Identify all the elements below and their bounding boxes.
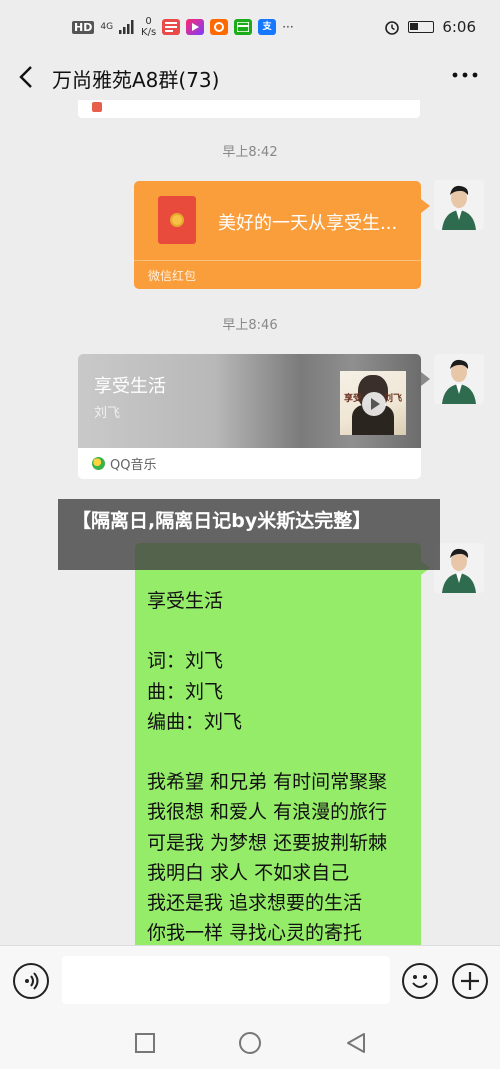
more-button[interactable]: [450, 70, 480, 86]
speed-unit: K/s: [141, 27, 157, 38]
user-avatar-image: [434, 354, 484, 404]
play-icon[interactable]: [362, 392, 386, 416]
album-caption-left: 享受: [344, 394, 363, 404]
alarm-icon: [385, 21, 400, 35]
status-right: 6:06: [384, 18, 476, 36]
music-card-cover: 享受生活 刘飞 享受 刘飞: [78, 354, 421, 448]
system-nav-bar: [0, 1015, 500, 1069]
music-source-label: QQ音乐: [110, 458, 157, 473]
message-text: 享受生活 词：刘飞 曲：刘飞 编曲：刘飞 我希望 和兄弟 有时间常聚聚 我很想 …: [147, 590, 388, 945]
clock: 6:06: [442, 18, 476, 36]
message-input[interactable]: [62, 956, 390, 1004]
triangle-back-icon: [347, 1033, 365, 1053]
wechat-pay-icon: [234, 19, 253, 35]
overlay-caption-text: 【隔离日,隔离日记by米斯达完整】: [72, 510, 372, 532]
status-left: HD 4G 0 K/s 支 ···: [72, 16, 294, 38]
overlay-caption: 【隔离日,隔离日记by米斯达完整】: [58, 499, 440, 570]
recent-apps-button[interactable]: [132, 1030, 158, 1056]
signal-label: 4G: [100, 22, 114, 32]
red-packet-message[interactable]: 美好的一天从享受生... 微信红包: [134, 181, 430, 289]
music-source: QQ音乐: [92, 454, 156, 473]
speed-readout: 0 K/s: [141, 16, 156, 38]
voice-icon: [25, 972, 39, 990]
news-icon: [162, 19, 181, 35]
back-nav-button[interactable]: [343, 1030, 369, 1056]
circle-icon: [239, 1032, 261, 1054]
home-button[interactable]: [237, 1030, 263, 1056]
music-artist: 刘飞: [94, 406, 121, 421]
plus-icon: [461, 972, 479, 990]
chat-title: 万尚雅苑A8群(73): [52, 68, 220, 92]
alipay-icon: 支: [258, 19, 277, 35]
timestamp: 早上8:46: [222, 318, 278, 333]
red-tag-icon: [92, 102, 102, 112]
emoji-button[interactable]: [402, 963, 438, 999]
music-title: 享受生活: [94, 376, 166, 397]
red-packet-title: 美好的一天从享受生...: [218, 213, 398, 234]
more-functions-button[interactable]: [452, 963, 488, 999]
avatar[interactable]: [434, 543, 484, 593]
smiley-icon: [412, 975, 428, 988]
voice-button[interactable]: [13, 963, 49, 999]
more-dots-icon: [452, 72, 478, 78]
more-notifications: ···: [282, 20, 294, 34]
network-badge: HD: [72, 20, 95, 34]
chat-header: 万尚雅苑A8群(73): [0, 56, 500, 100]
input-bar: [0, 945, 500, 1015]
red-packet-icon: [158, 196, 196, 244]
avatar[interactable]: [434, 354, 484, 404]
status-bar: HD 4G 0 K/s 支 ··· 6:06: [0, 0, 500, 56]
battery-icon: [408, 21, 435, 33]
taobao-icon: [210, 19, 229, 35]
qq-music-icon: [92, 457, 105, 470]
red-packet-label: 微信红包: [148, 269, 197, 283]
timestamp: 早上8:42: [222, 145, 278, 160]
video-icon: [186, 19, 205, 35]
signal-icon: [119, 20, 134, 34]
user-avatar-image: [434, 543, 484, 593]
sent-text-message[interactable]: 享受生活 词：刘飞 曲：刘飞 编曲：刘飞 我希望 和兄弟 有时间常聚聚 我很想 …: [135, 543, 430, 945]
chevron-left-icon: [19, 66, 32, 88]
album-caption-right: 刘飞: [383, 394, 402, 404]
back-button[interactable]: [12, 62, 42, 92]
previous-message-card[interactable]: [78, 100, 420, 118]
avatar[interactable]: [434, 180, 484, 230]
album-art: 享受 刘飞: [340, 371, 406, 435]
divider: [134, 260, 421, 261]
speed-value: 0: [145, 16, 152, 27]
square-icon: [135, 1033, 155, 1053]
user-avatar-image: [434, 180, 484, 230]
music-share-card[interactable]: 享受生活 刘飞 享受 刘飞 QQ音乐: [78, 354, 430, 479]
